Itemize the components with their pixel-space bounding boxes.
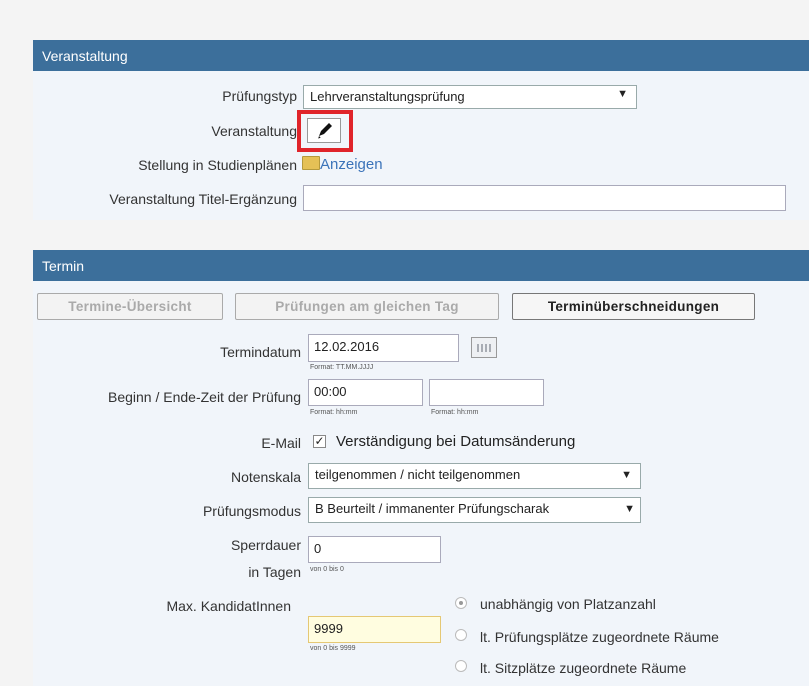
zeit-label: Beginn / Ende-Zeit der Prüfung: [107, 389, 301, 405]
kandidaten-label: Max. KandidatInnen: [166, 598, 291, 614]
radio-sitzplaetze[interactable]: [455, 660, 467, 672]
zeit-end-format: Format: hh:mm: [431, 409, 479, 416]
termindatum-input[interactable]: 12.02.2016: [308, 334, 459, 362]
titel-input[interactable]: [303, 185, 786, 211]
sperrdauer-range: von 0 bis 0: [310, 566, 344, 573]
calendar-icon[interactable]: [471, 337, 497, 358]
pruefungen-gleicher-tag-button[interactable]: Prüfungen am gleichen Tag: [235, 293, 499, 320]
termindatum-format: Format: TT.MM.JJJJ: [310, 364, 374, 371]
folder-icon: [302, 156, 320, 170]
termin-header-title: Termin: [42, 258, 85, 274]
radio-unabhaengig-label: unabhängig von Platzanzahl: [480, 596, 656, 612]
pencil-icon: [318, 123, 332, 139]
email-label: E-Mail: [261, 435, 301, 451]
zeit-begin-input[interactable]: 00:00: [308, 379, 423, 406]
zeit-end-input[interactable]: [429, 379, 544, 406]
notenskala-select[interactable]: teilgenommen / nicht teilgenommen ▼: [308, 463, 641, 489]
veranstaltung-label: Veranstaltung: [211, 123, 297, 139]
modus-select[interactable]: B Beurteilt / immanenter Prüfungscharak …: [308, 497, 641, 523]
radio-sitzplaetze-label: lt. Sitzplätze zugeordnete Räume: [480, 660, 687, 676]
titel-label: Veranstaltung Titel-Ergänzung: [109, 191, 297, 207]
chevron-down-icon: ▼: [621, 469, 632, 481]
modus-label: Prüfungsmodus: [202, 503, 301, 519]
anzeigen-link-text: Anzeigen: [320, 156, 383, 173]
sperrdauer-input[interactable]: 0: [308, 536, 441, 563]
terminueberschneidungen-button[interactable]: Terminüberschneidungen: [512, 293, 755, 320]
radio-pruefungsplaetze[interactable]: [455, 629, 467, 641]
termindatum-label: Termindatum: [220, 344, 301, 360]
notenskala-value: teilgenommen / nicht teilgenommen: [315, 467, 521, 482]
chevron-down-icon: ▼: [624, 503, 635, 515]
sperrdauer-label: Sperrdauer: [230, 537, 301, 553]
veranstaltung-header-title: Veranstaltung: [42, 48, 128, 64]
termin-header: Termin: [33, 250, 809, 281]
radio-pruefungsplaetze-label: lt. Prüfungsplätze zugeordnete Räume: [480, 629, 719, 645]
termine-uebersicht-button[interactable]: Termine-Übersicht: [37, 293, 223, 320]
notenskala-label: Notenskala: [230, 469, 301, 485]
email-checkbox[interactable]: ✓: [313, 435, 326, 448]
radio-unabhaengig[interactable]: [455, 597, 467, 609]
veranstaltung-header: Veranstaltung: [33, 40, 809, 71]
chevron-down-icon: ▼: [617, 88, 628, 100]
pruefungstyp-label: Prüfungstyp: [222, 88, 297, 104]
kandidaten-input[interactable]: 9999: [308, 616, 441, 643]
email-checkbox-label: Verständigung bei Datumsänderung: [336, 433, 576, 450]
pruefungstyp-select[interactable]: Lehrveranstaltungsprüfung ▼: [303, 85, 637, 109]
modus-value: B Beurteilt / immanenter Prüfungscharak: [315, 501, 550, 516]
kandidaten-range: von 0 bis 9999: [310, 645, 356, 652]
zeit-begin-format: Format: hh:mm: [310, 409, 358, 416]
pruefungstyp-value: Lehrveranstaltungsprüfung: [310, 89, 465, 104]
sperrdauer-label2: in Tagen: [248, 564, 301, 580]
stellung-label: Stellung in Studienplänen: [138, 157, 297, 173]
stellung-anzeigen-link[interactable]: Anzeigen: [302, 156, 383, 173]
edit-veranstaltung-button[interactable]: [307, 118, 341, 143]
calendar-grid: [477, 344, 491, 352]
